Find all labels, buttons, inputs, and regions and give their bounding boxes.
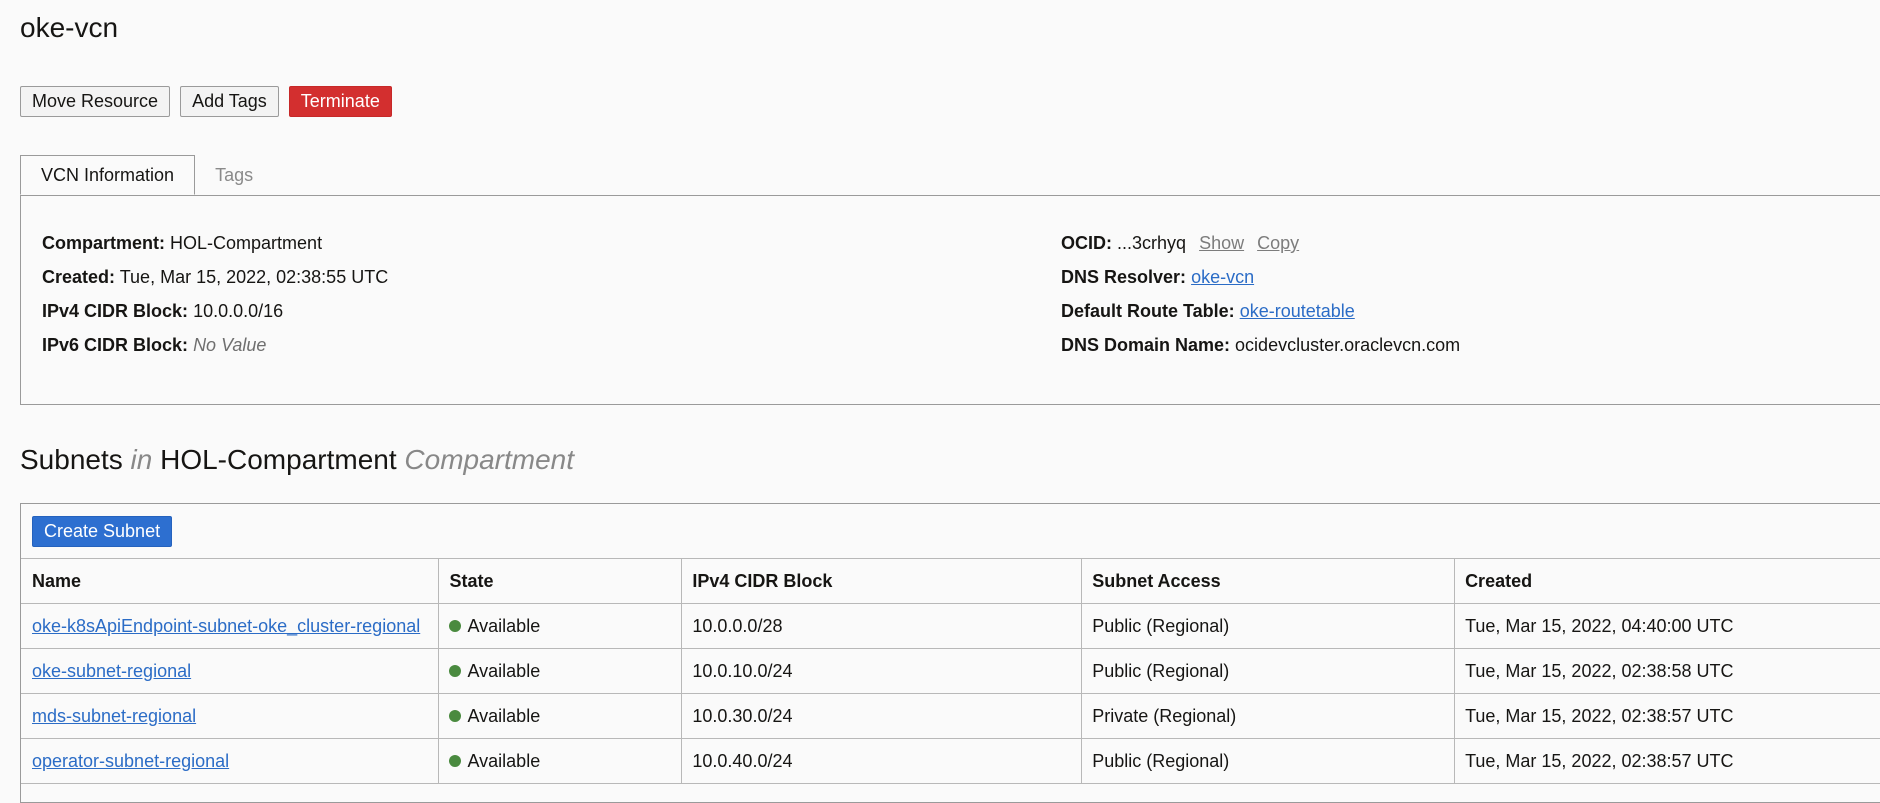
- tab-tags[interactable]: Tags: [195, 155, 273, 195]
- subnet-state: Available: [467, 750, 541, 771]
- compartment-value: HOL-Compartment: [170, 233, 323, 253]
- subnet-cidr: 10.0.10.0/24: [681, 648, 1083, 694]
- table-row: oke-k8sApiEndpoint-subnet-oke_cluster-re…: [21, 603, 1880, 649]
- created-row: Created: Tue, Mar 15, 2022, 02:38:55 UTC: [42, 265, 388, 299]
- move-resource-button[interactable]: Move Resource: [20, 86, 171, 117]
- available-status-icon: [449, 664, 462, 677]
- available-status-icon: [449, 709, 462, 722]
- subnet-name-link[interactable]: oke-subnet-regional: [32, 661, 191, 681]
- ipv4-cidr-label: IPv4 CIDR Block:: [42, 301, 189, 321]
- subnet-created: Tue, Mar 15, 2022, 02:38:58 UTC: [1454, 648, 1880, 694]
- action-toolbar: Move Resource Add Tags Terminate: [20, 86, 392, 117]
- compartment-row: Compartment: HOL-Compartment: [42, 231, 388, 265]
- compartment-label: Compartment:: [42, 233, 166, 253]
- subnets-section-title: Subnets in HOL-Compartment Compartment: [20, 444, 574, 476]
- dns-resolver-link[interactable]: oke-vcn: [1191, 267, 1254, 287]
- subnets-toolbar: Create Subnet: [32, 516, 173, 547]
- subnets-title-suffix: Compartment: [404, 444, 575, 475]
- created-value: Tue, Mar 15, 2022, 02:38:55 UTC: [119, 267, 389, 287]
- subnet-access: Private (Regional): [1081, 693, 1456, 739]
- default-route-table-row: Default Route Table: oke-routetable: [1061, 299, 1460, 333]
- subnet-created: Tue, Mar 15, 2022, 02:38:57 UTC: [1454, 738, 1880, 784]
- subnets-table: Name State IPv4 CIDR Block Subnet Access…: [21, 558, 1880, 784]
- info-column-right: OCID: ...3crhyq Show Copy DNS Resolver: …: [1061, 231, 1460, 367]
- created-label: Created:: [42, 267, 116, 287]
- default-route-table-label: Default Route Table:: [1061, 301, 1235, 321]
- subnet-access: Public (Regional): [1081, 648, 1456, 694]
- table-row: operator-subnet-regional Available 10.0.…: [21, 738, 1880, 784]
- ocid-row: OCID: ...3crhyq Show Copy: [1061, 231, 1460, 265]
- subnets-table-panel: Create Subnet Name State IPv4 CIDR Block…: [20, 503, 1880, 803]
- column-header-subnet-access[interactable]: Subnet Access: [1081, 558, 1456, 604]
- subnet-access: Public (Regional): [1081, 738, 1456, 784]
- subnets-title-prefix: Subnets: [20, 444, 123, 475]
- column-header-ipv4-cidr[interactable]: IPv4 CIDR Block: [681, 558, 1083, 604]
- info-column-left: Compartment: HOL-Compartment Created: Tu…: [42, 231, 388, 367]
- table-row: mds-subnet-regional Available 10.0.30.0/…: [21, 693, 1880, 739]
- default-route-table-link[interactable]: oke-routetable: [1240, 301, 1355, 321]
- subnet-cidr: 10.0.0.0/28: [681, 603, 1083, 649]
- subnet-created: Tue, Mar 15, 2022, 02:38:57 UTC: [1454, 693, 1880, 739]
- dns-resolver-row: DNS Resolver: oke-vcn: [1061, 265, 1460, 299]
- subnet-state: Available: [467, 615, 541, 636]
- add-tags-button[interactable]: Add Tags: [180, 86, 279, 117]
- ipv6-cidr-row: IPv6 CIDR Block: No Value: [42, 333, 388, 367]
- column-header-state[interactable]: State: [438, 558, 683, 604]
- page-title: oke-vcn: [20, 12, 119, 43]
- available-status-icon: [449, 754, 462, 767]
- column-header-created[interactable]: Created: [1454, 558, 1880, 604]
- ipv4-cidr-row: IPv4 CIDR Block: 10.0.0.0/16: [42, 299, 388, 333]
- table-header-row: Name State IPv4 CIDR Block Subnet Access…: [21, 558, 1880, 604]
- subnet-cidr: 10.0.30.0/24: [681, 693, 1083, 739]
- table-row: oke-subnet-regional Available 10.0.10.0/…: [21, 648, 1880, 694]
- create-subnet-button[interactable]: Create Subnet: [32, 516, 173, 547]
- ocid-show-link[interactable]: Show: [1199, 233, 1244, 253]
- subnets-title-compartment: HOL-Compartment: [160, 444, 397, 475]
- dns-domain-name-label: DNS Domain Name:: [1061, 335, 1231, 355]
- dns-domain-name-row: DNS Domain Name: ocidevcluster.oraclevcn…: [1061, 333, 1460, 367]
- dns-domain-name-value: ocidevcluster.oraclevcn.com: [1235, 335, 1461, 355]
- vcn-information-panel: Compartment: HOL-Compartment Created: Tu…: [20, 195, 1880, 405]
- dns-resolver-label: DNS Resolver:: [1061, 267, 1187, 287]
- tab-vcn-information[interactable]: VCN Information: [20, 155, 196, 195]
- ipv6-cidr-label: IPv6 CIDR Block:: [42, 335, 189, 355]
- subnet-cidr: 10.0.40.0/24: [681, 738, 1083, 784]
- ocid-copy-link[interactable]: Copy: [1257, 233, 1299, 253]
- subnet-created: Tue, Mar 15, 2022, 04:40:00 UTC: [1454, 603, 1880, 649]
- ipv4-cidr-value: 10.0.0.0/16: [193, 301, 284, 321]
- subnet-access: Public (Regional): [1081, 603, 1456, 649]
- subnet-name-link[interactable]: operator-subnet-regional: [32, 751, 229, 771]
- ocid-value: ...3crhyq: [1117, 233, 1187, 253]
- column-header-name[interactable]: Name: [21, 558, 440, 604]
- available-status-icon: [449, 619, 462, 632]
- ipv6-cidr-value: No Value: [193, 335, 267, 355]
- subnet-state: Available: [467, 705, 541, 726]
- subnet-state: Available: [467, 660, 541, 681]
- subnet-name-link[interactable]: oke-k8sApiEndpoint-subnet-oke_cluster-re…: [32, 616, 420, 636]
- tab-bar: VCN Information Tags: [20, 155, 273, 195]
- ocid-label: OCID:: [1061, 233, 1112, 253]
- terminate-button[interactable]: Terminate: [288, 86, 392, 117]
- subnet-name-link[interactable]: mds-subnet-regional: [32, 706, 196, 726]
- subnets-title-in: in: [130, 444, 153, 475]
